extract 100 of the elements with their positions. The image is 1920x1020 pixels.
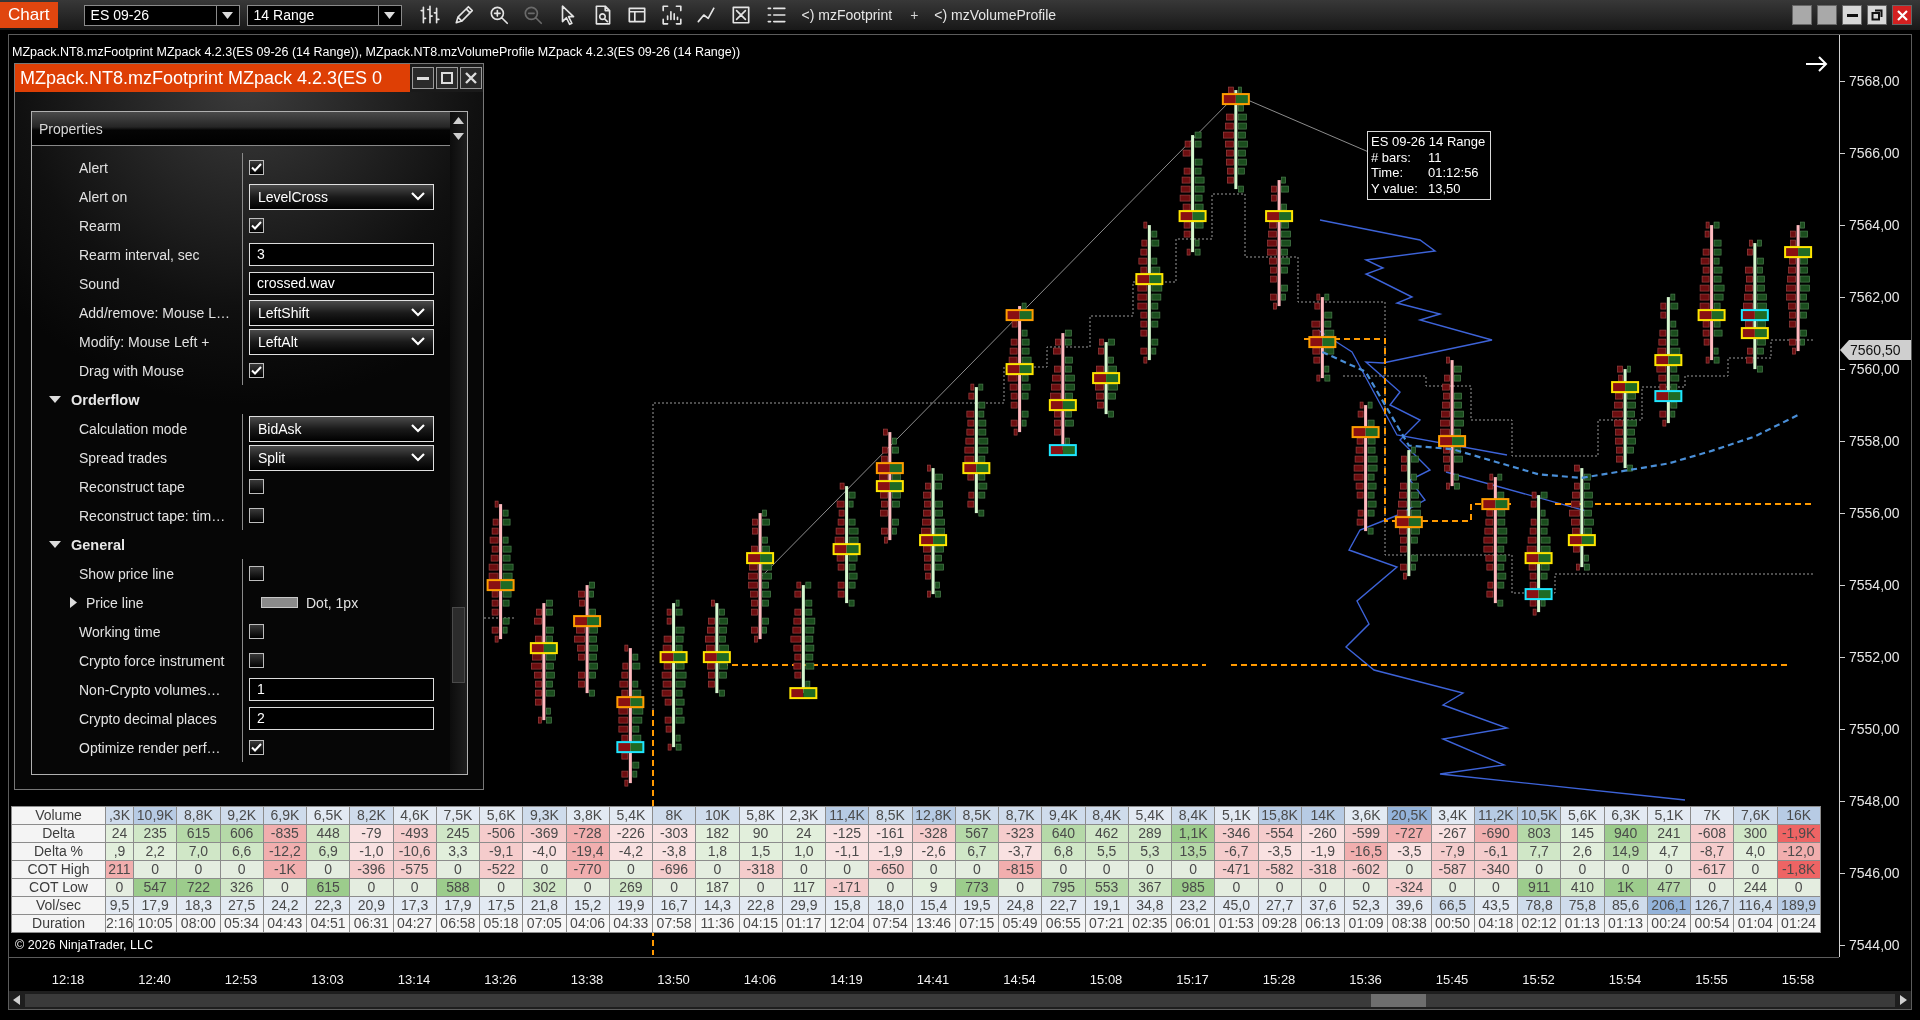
close-button[interactable] [459,67,482,89]
table-cell: 0 [1691,879,1735,897]
table-cell: 0 [1431,879,1475,897]
property-label: Optimize render perf… [79,739,221,756]
table-cell: 289 [1128,825,1172,843]
table-cell: 22,7 [1042,897,1086,915]
table-cell: -4,2 [609,843,653,861]
chevron-down-icon [411,192,425,201]
indicator-label[interactable]: <) mzVolumeProfile [934,7,1057,23]
line-style-swatch-icon[interactable] [261,597,298,608]
indicator-label[interactable]: <) mzFootprint [801,7,893,23]
checkbox[interactable] [249,479,264,494]
crossed-box-icon[interactable] [729,4,752,26]
text-field[interactable]: crossed.wav [249,272,434,295]
table-cell: 75,8 [1561,897,1605,915]
text-field[interactable]: 2 [249,707,434,730]
zoom-in-icon[interactable] [487,4,510,26]
table-cell: 0 [263,879,307,897]
table-cell: 01:09 [1345,915,1389,933]
table-cell: -1,9K [1777,825,1821,843]
checkbox[interactable] [249,653,264,668]
table-cell: 7,7 [1518,843,1562,861]
table-cell: 3,3 [436,843,480,861]
table-cell: 269 [609,879,653,897]
table-cell: 9,2K [220,807,264,825]
table-cell: 14,9 [1604,843,1648,861]
checkbox[interactable] [249,218,264,233]
table-cell: -728 [566,825,610,843]
property-label: Rearm [79,217,121,234]
scroll-left-icon[interactable] [13,995,20,1005]
table-cell: 27,7 [1258,897,1302,915]
restore-button[interactable] [1867,5,1887,25]
table-cell: 01:24 [1777,915,1821,933]
zoom-out-icon[interactable] [522,4,545,26]
table-cell: 0 [1345,879,1389,897]
table-cell: 12:04 [826,915,870,933]
table-cell: 0 [782,861,826,879]
checkbox[interactable] [249,566,264,581]
bar-type-dropdown[interactable]: 14 Range [246,4,402,26]
scroll-right-icon[interactable] [1900,995,1907,1005]
text-field[interactable]: 3 [249,243,434,266]
dropdown[interactable]: LevelCross [249,183,434,210]
checkbox[interactable] [249,363,264,378]
row-header: COT Low [12,879,106,897]
table-cell: 300 [1734,825,1778,843]
instrument-dropdown[interactable]: ES 09-26 [83,4,240,26]
time-label: 14:06 [743,972,777,987]
scrollbar-thumb[interactable] [452,607,465,683]
table-cell: 0 [1647,861,1691,879]
price-label: 7568,00 [1849,73,1900,90]
table-cell: 04:27 [393,915,437,933]
table-cell: -770 [566,861,610,879]
checkbox[interactable] [249,160,264,175]
table-cell: 1,0 [782,843,826,861]
checkbox[interactable] [249,508,264,523]
dropdown[interactable]: LeftAlt [249,328,434,355]
maximize-button[interactable] [435,67,458,89]
property-label: Spread trades [79,449,167,466]
minimize-button[interactable] [1842,5,1862,25]
category-label[interactable]: General [71,536,125,553]
pencil-icon[interactable] [453,4,476,26]
close-button[interactable] [1892,5,1912,25]
table-cell: 448 [307,825,351,843]
table-cell: 206,1 [1647,897,1691,915]
table-cell: 0 [106,879,134,897]
text-field[interactable]: 1 [249,678,434,701]
table-cell: 04:51 [307,915,351,933]
table-cell: 0 [1777,879,1821,897]
table-cell: -267 [1431,825,1475,843]
table-cell: -493 [393,825,437,843]
dropdown[interactable]: Split [249,444,434,471]
dropdown[interactable]: LeftShift [249,299,434,326]
bars-icon[interactable] [418,4,441,26]
minimize-button[interactable] [411,67,434,89]
table-cell: 24,2 [263,897,307,915]
dropdown[interactable]: BidAsk [249,415,434,442]
right-arrow-icon[interactable] [1806,56,1828,72]
table-cell: 0 [1388,861,1432,879]
checkbox[interactable] [249,624,264,639]
scroll-down-icon[interactable] [453,133,464,140]
table-cell: -1,0 [350,843,394,861]
scroll-up-icon[interactable] [453,117,464,124]
table-cell: 05:49 [999,915,1043,933]
triangle-right-icon[interactable] [69,597,78,608]
category-label[interactable]: Orderflow [71,391,140,408]
table-cell: -1K [263,861,307,879]
table-cell: -323 [999,825,1043,843]
table-cell: 6,6 [220,843,264,861]
price-label: 7556,00 [1849,505,1900,522]
chart-frame-icon[interactable] [660,4,683,26]
table-cell: 0 [350,879,394,897]
table-cell: 04:43 [263,915,307,933]
checkbox[interactable] [249,740,264,755]
table-cell: 6,7 [955,843,999,861]
table-cell: 126,7 [1691,897,1735,915]
table-cell: 12,8K [912,807,956,825]
table-cell: 01:13 [1561,915,1605,933]
chart-tab[interactable]: Chart [0,2,58,28]
table-cell: -396 [350,861,394,879]
scrollbar-thumb[interactable] [1371,993,1426,1007]
